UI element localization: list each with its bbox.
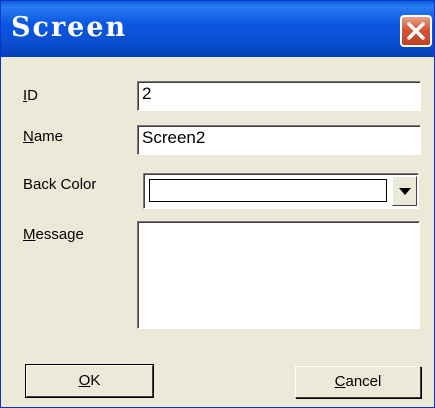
back-color-combo[interactable]: [143, 173, 419, 209]
chevron-down-icon: [399, 188, 411, 195]
close-button[interactable]: [400, 15, 432, 47]
name-label: Name: [23, 128, 64, 145]
title-bar[interactable]: Screen: [1, 1, 434, 57]
message-label: Message: [23, 226, 84, 243]
cancel-button[interactable]: Cancel: [295, 366, 421, 398]
message-field[interactable]: [137, 221, 420, 329]
id-label: ID: [23, 87, 39, 104]
close-icon: [407, 22, 425, 40]
name-field[interactable]: Screen2: [137, 125, 421, 155]
dialog-title: Screen: [11, 12, 128, 43]
id-field[interactable]: 2: [137, 81, 421, 111]
screen-dialog: Screen ID 2 Name Screen2 Back Color Mess…: [0, 0, 435, 408]
back-color-label: Back Color: [23, 176, 97, 193]
dropdown-button[interactable]: [392, 176, 417, 206]
ok-button[interactable]: OK: [26, 365, 153, 397]
color-swatch: [149, 179, 387, 202]
